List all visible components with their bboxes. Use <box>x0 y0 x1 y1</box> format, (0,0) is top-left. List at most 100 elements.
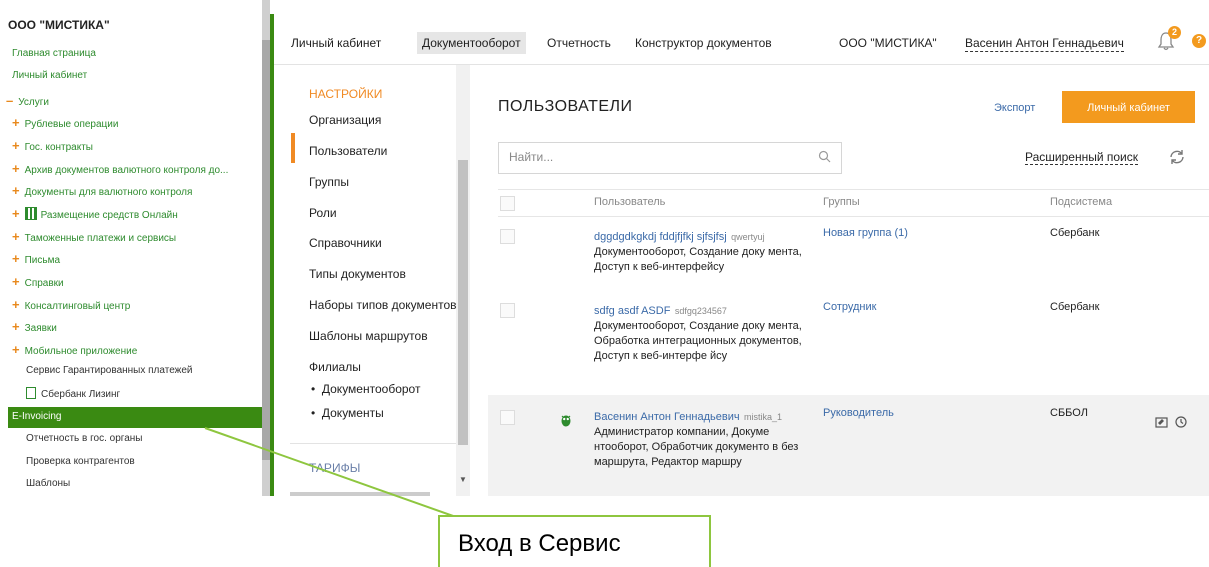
column-header-user[interactable]: Пользователь <box>594 196 665 208</box>
search-icon[interactable] <box>818 150 831 163</box>
expand-icon[interactable]: + <box>12 297 20 312</box>
export-link[interactable]: Экспорт <box>994 102 1035 114</box>
select-all-checkbox[interactable] <box>500 196 515 211</box>
advanced-search-link[interactable]: Расширенный поиск <box>1025 150 1138 165</box>
nav-guaranteed-payments[interactable]: Сервис Гарантированных платежей <box>26 365 193 376</box>
user-name-link[interactable]: sdfg asdf ASDF <box>594 305 670 317</box>
org-name: ООО "МИСТИКА" <box>8 18 110 32</box>
nav-consulting[interactable]: + Консалтинговый центр <box>12 297 130 312</box>
nav-currency-archive[interactable]: + Архив документов валютного контроля до.… <box>12 161 228 176</box>
collapse-icon[interactable]: – <box>6 93 13 108</box>
nav-references[interactable]: + Справки <box>12 274 64 289</box>
tab-doc-constructor[interactable]: Конструктор документов <box>630 32 777 54</box>
subsystem: Сбербанк <box>1050 301 1100 313</box>
settings-item-references[interactable]: Справочники <box>309 236 382 250</box>
row-checkbox[interactable] <box>500 303 515 318</box>
personal-cabinet-button[interactable]: Личный кабинет <box>1062 91 1195 123</box>
expand-icon[interactable]: + <box>12 319 20 334</box>
settings-item-doc-type-sets[interactable]: Наборы типов документов <box>309 298 456 312</box>
settings-item-groups[interactable]: Группы <box>309 175 349 189</box>
callout-text: Вход в Сервис <box>458 530 621 557</box>
user-name-link[interactable]: dggdgdkgkdj fddjfjfkj sjfsjfsj <box>594 231 727 243</box>
user-name-link[interactable]: Васенин Антон Геннадьевич <box>594 411 740 423</box>
group-link[interactable]: Новая группа (1) <box>823 227 908 239</box>
row-actions[interactable] <box>1153 415 1193 429</box>
tab-docflow[interactable]: Документооборот <box>417 32 526 54</box>
nav-e-invoicing[interactable]: E-Invoicing <box>8 407 262 428</box>
settings-item-roles[interactable]: Роли <box>309 206 337 220</box>
table-row: Васенин Антон Геннадьевич mistika_1 Адми… <box>594 407 826 470</box>
nav-mobile-app[interactable]: + Мобильное приложение <box>12 342 137 357</box>
tab-cabinet[interactable]: Личный кабинет <box>286 32 386 54</box>
nav-currency-docs[interactable]: + Документы для валютного контроля <box>12 183 192 198</box>
horizontal-scrollbar[interactable] <box>290 492 430 496</box>
expand-icon[interactable]: + <box>12 183 20 198</box>
nav-sber-leasing[interactable]: Сбербанк Лизинг <box>26 387 120 400</box>
expand-icon[interactable]: + <box>12 342 20 357</box>
settings-item-route-templates[interactable]: Шаблоны маршрутов <box>309 329 428 343</box>
document-icon <box>26 387 36 399</box>
row-checkbox[interactable] <box>500 410 515 425</box>
column-header-subsystem[interactable]: Подсистема <box>1050 196 1112 208</box>
scrollbar-thumb[interactable] <box>458 160 468 445</box>
settings-menu: НАСТРОЙКИ Организация Пользователи Групп… <box>290 65 456 496</box>
nav-home[interactable]: Главная страница <box>12 48 96 59</box>
settings-tariffs[interactable]: ТАРИФЫ <box>309 461 360 475</box>
owl-icon <box>561 415 571 427</box>
expand-icon[interactable]: + <box>12 274 20 289</box>
search-input[interactable] <box>507 149 811 165</box>
left-scrollbar[interactable] <box>262 0 270 496</box>
table-row: sdfg asdf ASDF sdfgq234567 Документообор… <box>594 301 826 364</box>
settings-item-branches[interactable]: Филиалы <box>309 360 361 374</box>
nav-customs[interactable]: + Таможенные платежи и сервисы <box>12 229 176 244</box>
users-panel: ПОЛЬЗОВАТЕЛИ Экспорт Личный кабинет Расш… <box>470 65 1209 496</box>
expand-icon[interactable]: + <box>12 138 20 153</box>
divider <box>498 216 1209 217</box>
nav-gov-contracts[interactable]: + Гос. контракты <box>12 138 93 153</box>
user-menu[interactable]: Васенин Антон Геннадьевич <box>960 32 1129 54</box>
settings-item-users[interactable]: Пользователи <box>309 144 387 158</box>
top-navigation: Личный кабинет Документооборот Отчетност… <box>274 22 1209 65</box>
refresh-icon[interactable] <box>1168 148 1186 166</box>
expand-icon[interactable]: + <box>12 251 20 266</box>
group-link[interactable]: Сотрудник <box>823 301 876 313</box>
help-icon[interactable]: ? <box>1192 34 1206 48</box>
nav-templates[interactable]: Шаблоны <box>26 478 70 489</box>
nav-deposits-online[interactable]: + Размещение средств Онлайн <box>12 206 178 221</box>
settings-scrollbar[interactable]: ▼ <box>456 65 470 496</box>
nav-rub-operations[interactable]: + Рублевые операции <box>12 115 118 130</box>
scrollbar-thumb[interactable] <box>262 40 270 460</box>
subsystem: Сбербанк <box>1050 227 1100 239</box>
nav-counterparty-check[interactable]: Проверка контрагентов <box>26 456 135 467</box>
group-link[interactable]: Руководитель <box>823 407 894 419</box>
nav-gov-reporting[interactable]: Отчетность в гос. органы <box>26 433 143 444</box>
branch-item-docflow[interactable]: • Документооборот <box>311 382 420 396</box>
user-permissions: Документооборот, Создание доку мента, Об… <box>594 320 802 362</box>
edit-icon <box>1155 417 1168 428</box>
settings-item-doc-types[interactable]: Типы документов <box>309 267 406 281</box>
callout-box: Вход в Сервис <box>438 515 711 567</box>
nav-services[interactable]: – Услуги <box>6 93 49 108</box>
row-checkbox[interactable] <box>500 229 515 244</box>
scroll-down-icon[interactable]: ▼ <box>459 475 467 484</box>
user-permissions: Документооборот, Создание доку мента, До… <box>594 246 802 273</box>
splitter-bar[interactable] <box>270 14 274 496</box>
divider <box>498 189 1209 190</box>
expand-icon[interactable]: + <box>12 115 20 130</box>
branch-item-documents[interactable]: • Документы <box>311 406 384 420</box>
tab-reporting[interactable]: Отчетность <box>542 32 616 54</box>
expand-icon[interactable]: + <box>12 206 20 221</box>
divider <box>290 443 456 444</box>
org-selector[interactable]: ООО "МИСТИКА" <box>834 32 942 54</box>
user-permissions: Администратор компании, Докуме нтооборот… <box>594 426 799 468</box>
expand-icon[interactable]: + <box>12 161 20 176</box>
expand-icon[interactable]: + <box>12 229 20 244</box>
user-login: sdfgq234567 <box>674 306 727 316</box>
settings-item-organization[interactable]: Организация <box>309 113 381 127</box>
notification-badge: 2 <box>1168 26 1181 39</box>
page-title: ПОЛЬЗОВАТЕЛИ <box>498 98 633 115</box>
nav-letters[interactable]: + Письма <box>12 251 60 266</box>
nav-cabinet[interactable]: Личный кабинет <box>12 70 87 81</box>
nav-requests[interactable]: + Заявки <box>12 319 57 334</box>
column-header-groups[interactable]: Группы <box>823 196 860 208</box>
